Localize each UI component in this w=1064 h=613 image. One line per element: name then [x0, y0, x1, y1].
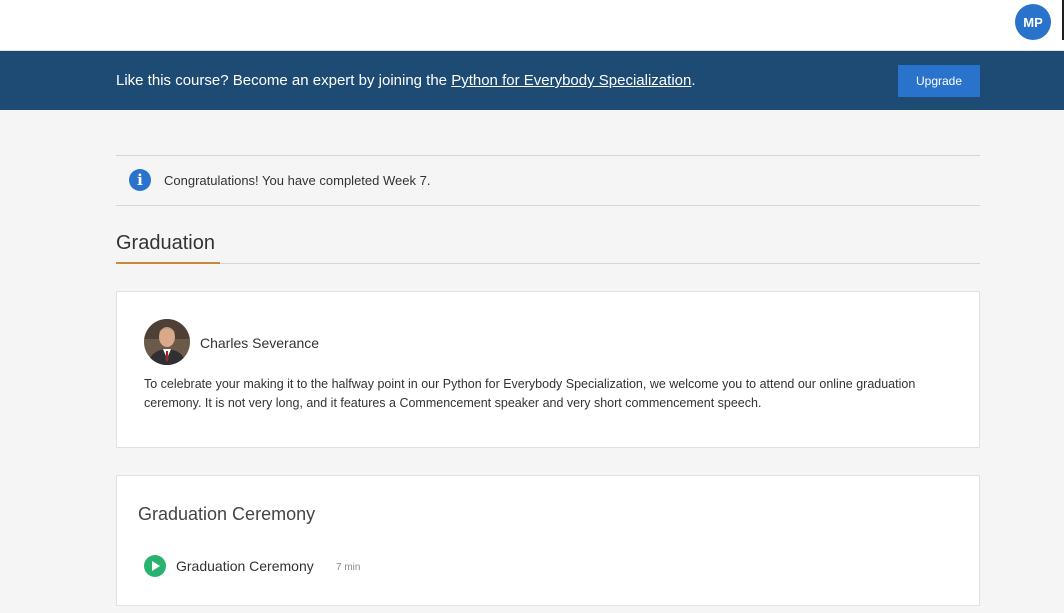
- lesson-card: Graduation Ceremony Graduation Ceremony …: [116, 475, 980, 606]
- instructor-message: To celebrate your making it to the halfw…: [144, 377, 916, 410]
- section-divider: [116, 263, 980, 264]
- section-title: Graduation: [116, 232, 215, 254]
- instructor-note-card: Charles Severance To celebrate your maki…: [116, 291, 980, 448]
- notice-text: Congratulations! You have completed Week…: [164, 173, 431, 188]
- section-title-underline: [116, 262, 220, 264]
- completion-notice: i Congratulations! You have completed We…: [116, 155, 980, 206]
- banner-message: Like this course? Become an expert by jo…: [116, 72, 696, 89]
- lesson-item-duration: 7 min: [336, 562, 361, 573]
- lesson-title: Graduation Ceremony: [138, 504, 316, 524]
- top-bar: MP: [0, 0, 1064, 51]
- play-icon[interactable]: [144, 555, 166, 577]
- upgrade-banner: Like this course? Become an expert by jo…: [0, 51, 1064, 110]
- specialization-link[interactable]: Python for Everybody Specialization: [451, 72, 691, 89]
- info-icon: i: [129, 169, 151, 191]
- banner-text-before: Like this course? Become an expert by jo…: [116, 72, 452, 89]
- instructor-name: Charles Severance: [200, 335, 320, 351]
- banner-text-after: .: [691, 72, 696, 89]
- upgrade-button[interactable]: Upgrade: [898, 65, 980, 97]
- lesson-item-name[interactable]: Graduation Ceremony: [176, 558, 314, 574]
- instructor-avatar: [144, 319, 190, 365]
- user-avatar[interactable]: MP: [1015, 4, 1051, 40]
